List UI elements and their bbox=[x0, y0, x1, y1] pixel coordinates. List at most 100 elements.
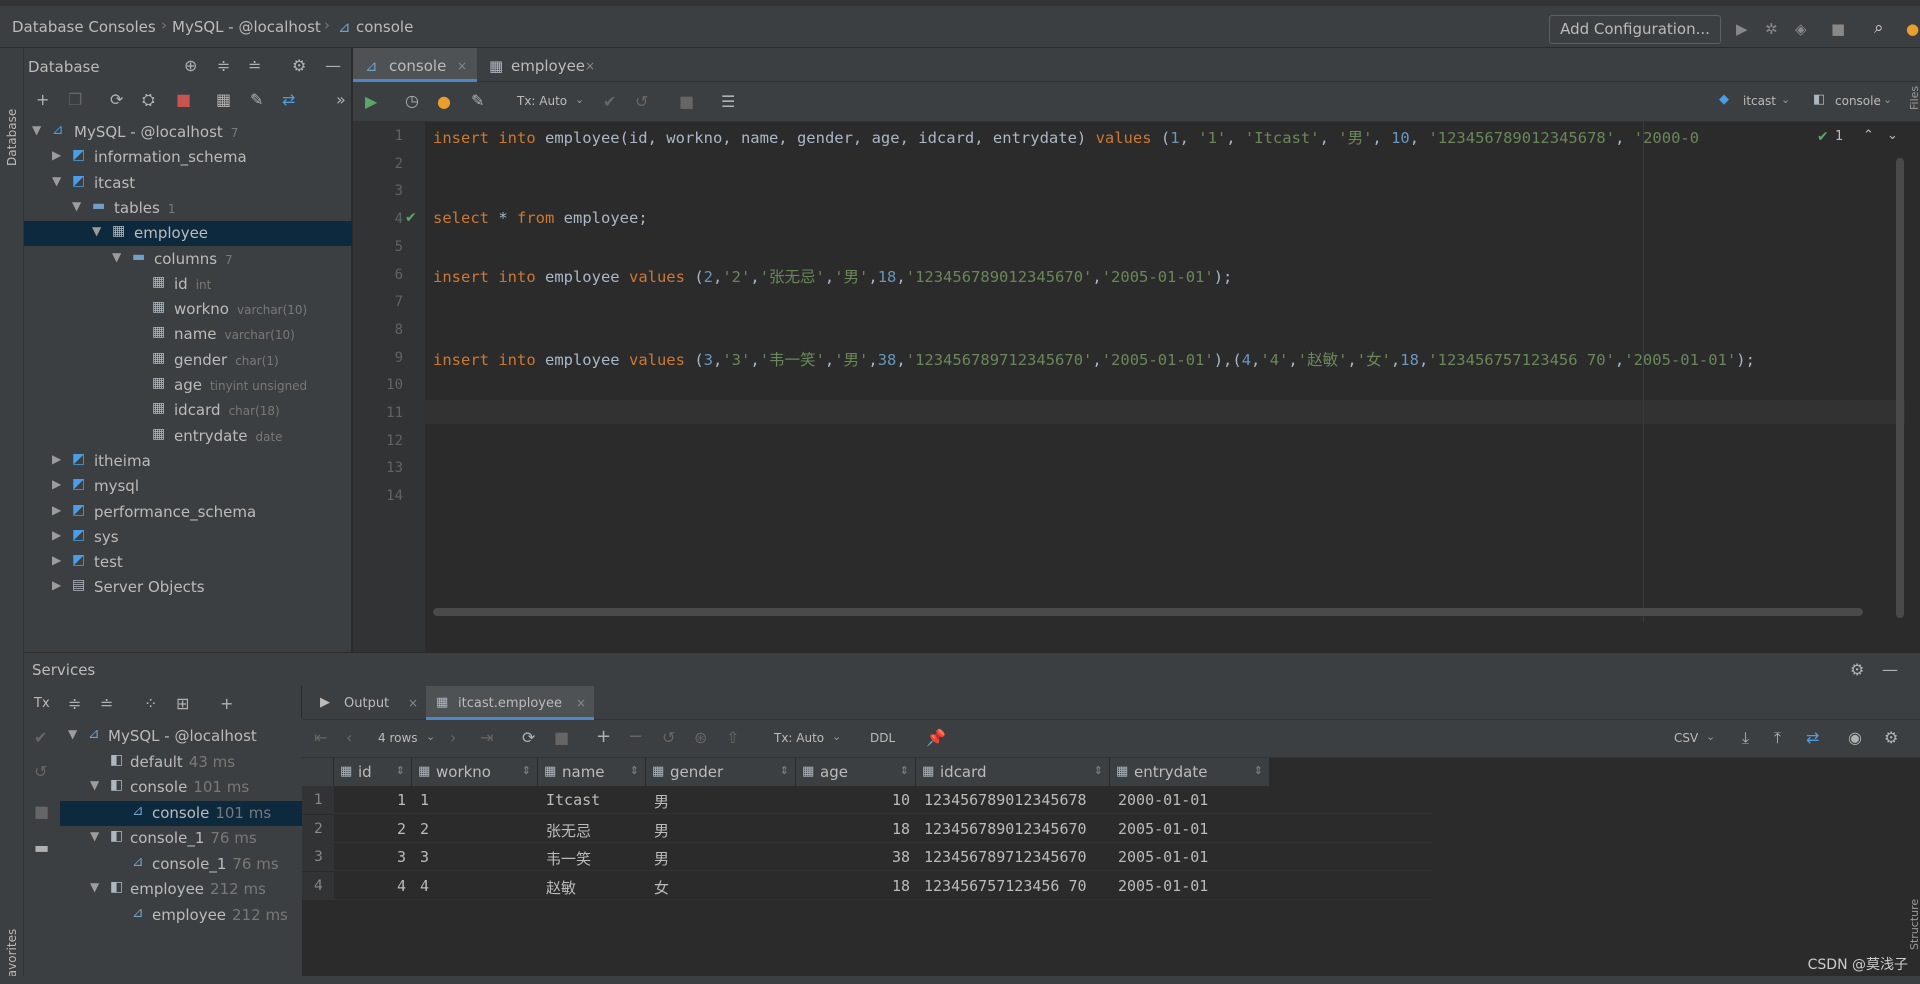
breadcrumb-mysql-localhost[interactable]: MySQL - @localhost bbox=[172, 18, 321, 36]
expand-all-icon[interactable]: ≑ bbox=[217, 56, 230, 75]
table-cell[interactable]: 4 bbox=[420, 877, 429, 895]
tx-mode-select[interactable]: Tx: Auto bbox=[517, 94, 567, 108]
schema-sync-icon[interactable]: ⛭ bbox=[142, 90, 155, 110]
table-cell[interactable]: 18 bbox=[892, 820, 910, 838]
debug-icon[interactable]: ✲ bbox=[1765, 20, 1778, 38]
tree-item[interactable]: ▦ id int bbox=[24, 272, 352, 297]
expand-all-icon[interactable]: ≑ bbox=[68, 694, 81, 713]
coverage-icon[interactable]: ◈ bbox=[1795, 20, 1807, 38]
close-icon[interactable]: × bbox=[576, 696, 586, 710]
stop-icon[interactable]: ■ bbox=[554, 728, 569, 747]
delete-row-icon[interactable]: − bbox=[628, 726, 643, 747]
favorites-tool-tab[interactable]: Favorites bbox=[5, 929, 19, 983]
pin-icon[interactable]: 📌 bbox=[926, 728, 946, 747]
tab-console[interactable]: ⊿ console × bbox=[353, 48, 477, 82]
rollback-icon[interactable]: ↺ bbox=[34, 762, 47, 781]
commit-icon[interactable]: ✔ bbox=[34, 728, 47, 747]
sort-icon[interactable]: ⇕ bbox=[780, 764, 789, 777]
sort-icon[interactable]: ⇕ bbox=[396, 764, 405, 777]
table-cell[interactable]: 123456789012345678 bbox=[924, 791, 1087, 809]
chevron-down-icon[interactable]: ▼ bbox=[90, 778, 99, 792]
column-header[interactable]: ▦ gender ⇕ bbox=[646, 758, 796, 786]
sort-icon[interactable]: ⇕ bbox=[1254, 764, 1263, 777]
tree-item[interactable]: ▼ ▬ tables 1 bbox=[24, 196, 352, 221]
chevron-down-icon[interactable]: ▼ bbox=[72, 199, 81, 213]
table-cell[interactable]: 18 bbox=[892, 877, 910, 895]
chevron-down-icon[interactable]: ⌄ bbox=[426, 730, 435, 743]
column-header[interactable]: ▦ idcard ⇕ bbox=[916, 758, 1110, 786]
service-item[interactable]: ▼ ◧ employee 212 ms bbox=[60, 877, 302, 902]
breadcrumb-database-consoles[interactable]: Database Consoles bbox=[12, 18, 156, 36]
table-cell[interactable]: 4 bbox=[397, 877, 406, 895]
next-highlight-icon[interactable]: ⌄ bbox=[1887, 128, 1898, 143]
tree-item[interactable]: ▼ ▬ columns 7 bbox=[24, 247, 352, 272]
gear-icon[interactable]: ⚙ bbox=[292, 56, 306, 75]
table-cell[interactable]: 张无忌 bbox=[546, 820, 591, 841]
sql-editor[interactable]: insert into employee(id, workno, name, g… bbox=[425, 122, 1905, 652]
chevron-right-icon[interactable]: ▶ bbox=[52, 477, 61, 491]
tree-item[interactable]: ▶ ◩ information_schema bbox=[24, 145, 352, 170]
table-cell[interactable]: 123456757123456 70 bbox=[924, 877, 1087, 895]
files-tool-tab[interactable]: Files bbox=[1908, 86, 1920, 110]
table-cell[interactable]: 赵敏 bbox=[546, 877, 576, 898]
tree-item[interactable]: ▦ gender char(1) bbox=[24, 348, 352, 373]
cancel-icon[interactable]: ■ bbox=[679, 92, 694, 111]
chevron-down-icon[interactable]: ▼ bbox=[32, 123, 41, 137]
tree-item[interactable]: ▦ name varchar(10) bbox=[24, 322, 352, 347]
results-layout-icon[interactable]: ☰ bbox=[721, 92, 735, 111]
table-cell[interactable]: 2005-01-01 bbox=[1118, 877, 1208, 895]
add-configuration-button[interactable]: Add Configuration... bbox=[1549, 15, 1721, 44]
gear-icon[interactable]: ⚙ bbox=[1850, 660, 1864, 679]
compare-icon[interactable]: ⇄ bbox=[1806, 728, 1819, 747]
service-item[interactable]: ⊿ console 101 ms bbox=[60, 800, 302, 826]
tree-item[interactable]: ▦ entrydate date bbox=[24, 424, 352, 449]
copy-icon[interactable]: ❐ bbox=[68, 90, 82, 109]
table-cell[interactable]: 2005-01-01 bbox=[1118, 848, 1208, 866]
chevron-right-icon[interactable]: ▶ bbox=[52, 528, 61, 542]
table-cell[interactable]: 男 bbox=[654, 848, 669, 869]
breadcrumb-console[interactable]: console bbox=[356, 18, 413, 36]
table-cell[interactable]: 3 bbox=[420, 848, 429, 866]
table-cell[interactable]: 10 bbox=[892, 791, 910, 809]
previous-highlight-icon[interactable]: ⌃ bbox=[1863, 128, 1874, 143]
table-row[interactable]: 4 4 4 赵敏女 18 123456757123456 70 2005-01-01 bbox=[302, 871, 1432, 900]
settings-wrench-icon[interactable]: ✎ bbox=[471, 91, 484, 110]
horizontal-scrollbar[interactable] bbox=[433, 608, 1863, 616]
revert-icon[interactable]: ↺ bbox=[662, 728, 675, 747]
vertical-scrollbar[interactable] bbox=[1896, 158, 1904, 618]
first-page-icon[interactable]: ⇤ bbox=[314, 728, 327, 747]
close-icon[interactable]: × bbox=[408, 696, 418, 710]
chevron-right-icon[interactable]: ▶ bbox=[52, 553, 61, 567]
tree-item[interactable]: ▼ ▦ employee bbox=[24, 221, 352, 247]
table-row[interactable]: 2 2 2 张无忌男 18 123456789012345670 2005-01-01 bbox=[302, 814, 1432, 843]
chevron-down-icon[interactable]: ▼ bbox=[90, 829, 99, 843]
column-header[interactable]: ▦ name ⇕ bbox=[538, 758, 646, 786]
upload-icon[interactable]: ⤒ bbox=[1774, 728, 1781, 748]
table-cell[interactable]: 2 bbox=[420, 820, 429, 838]
table-cell[interactable]: 38 bbox=[892, 848, 910, 866]
chevron-right-icon[interactable]: ▶ bbox=[52, 578, 61, 592]
table-cell[interactable]: 2000-01-01 bbox=[1118, 791, 1208, 809]
sort-icon[interactable]: ⇕ bbox=[630, 764, 639, 777]
tree-item[interactable]: ▦ idcard char(18) bbox=[24, 398, 352, 423]
chevron-down-icon[interactable]: ⌄ bbox=[1706, 730, 1715, 743]
table-cell[interactable]: 2 bbox=[397, 820, 406, 838]
session-selector[interactable]: console bbox=[1835, 94, 1881, 108]
chevron-down-icon[interactable]: ▼ bbox=[52, 174, 61, 188]
tree-item[interactable]: ▦ workno varchar(10) bbox=[24, 297, 352, 322]
tab-output[interactable]: ▶ Output × bbox=[312, 686, 418, 720]
result-grid[interactable]: ▦ id ⇕ ▦ workno ⇕ ▦ name ⇕ ▦ gender ⇕ ▦ age ⇕ ▦ idcard ⇕ ▦… bbox=[302, 758, 1920, 984]
group-icon[interactable]: ⁘ bbox=[144, 694, 157, 713]
sort-icon[interactable]: ⇕ bbox=[900, 764, 909, 777]
ddl-button[interactable]: DDL bbox=[870, 731, 895, 745]
stop-icon[interactable]: ■ bbox=[34, 802, 49, 821]
add-row-icon[interactable]: + bbox=[596, 726, 611, 747]
service-item[interactable]: ⊿ console_1 76 ms bbox=[60, 852, 302, 877]
column-header[interactable]: ▦ entrydate ⇕ bbox=[1110, 758, 1270, 786]
tx-mode-select[interactable]: Tx: Auto bbox=[774, 731, 824, 745]
column-header[interactable]: ▦ id ⇕ bbox=[334, 758, 412, 786]
chevron-down-icon[interactable]: ⌄ bbox=[1883, 93, 1892, 106]
stop-icon[interactable]: ■ bbox=[176, 90, 191, 109]
sort-icon[interactable]: ⇕ bbox=[522, 764, 531, 777]
submit-icon[interactable]: ⇧ bbox=[726, 728, 739, 747]
